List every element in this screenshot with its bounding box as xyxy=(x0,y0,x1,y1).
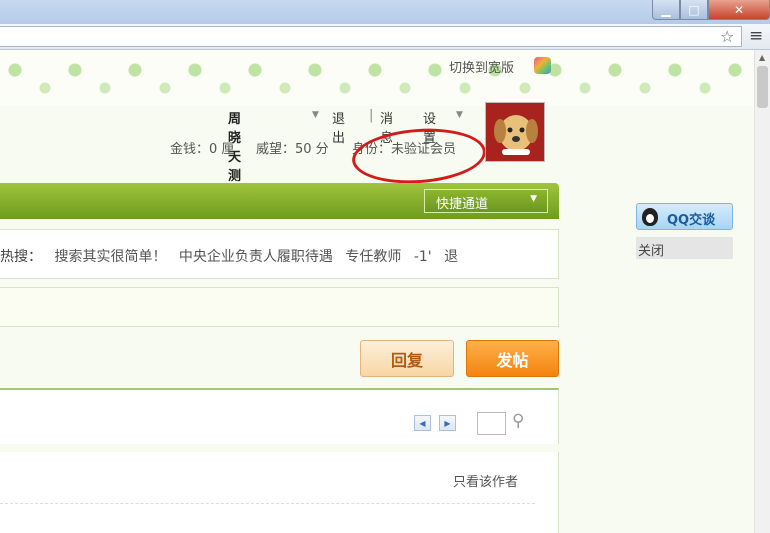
switch-wide-link[interactable]: 切换到宽版 xyxy=(449,57,514,76)
forum-page: 切换到宽版 周晓天测试 ▼ 退出 | 消息 设置 ▼ 金钱：0 厘 威望：50 … xyxy=(0,50,754,533)
hot-search-item[interactable]: 搜索其实很简单！ xyxy=(54,249,166,265)
next-page-button[interactable]: ▶ xyxy=(439,415,456,431)
vertical-scrollbar[interactable]: ▲ xyxy=(754,50,770,533)
hot-search-item[interactable]: 退 xyxy=(444,249,458,265)
notice-box xyxy=(0,287,559,327)
maximize-button[interactable]: □ xyxy=(680,0,708,20)
bookmark-star-icon[interactable]: ☆ xyxy=(720,27,734,46)
money-stat: 金钱：0 厘 xyxy=(170,142,235,157)
author-only-link[interactable]: 只看该作者 xyxy=(453,471,518,490)
minimize-button[interactable]: ▁ xyxy=(652,0,680,20)
window-titlebar: ▁ □ ✕ xyxy=(0,0,770,24)
close-side-panel-link[interactable]: 关闭 xyxy=(636,237,733,259)
quick-access-label: 快捷通道 xyxy=(436,197,489,212)
hot-search-label: 热搜： xyxy=(0,249,42,265)
close-window-button[interactable]: ✕ xyxy=(708,0,770,20)
reply-button[interactable]: 回复 xyxy=(360,340,454,377)
new-post-button[interactable]: 发帖 xyxy=(466,340,559,377)
hot-search-item[interactable]: 中央企业负责人履职待遇 xyxy=(179,249,333,265)
nav-bar: 快捷通道 ▼ xyxy=(0,183,559,219)
wrench-icon[interactable]: ⚲ xyxy=(512,411,524,431)
hot-search-item[interactable]: 专任教师 xyxy=(345,249,401,265)
avatar[interactable] xyxy=(485,102,545,162)
address-bar: ☆ ≡ xyxy=(0,24,770,50)
style-switch-icon[interactable] xyxy=(534,57,551,74)
settings-chevron-icon[interactable]: ▼ xyxy=(456,110,463,120)
prestige-stat: 威望：50 分 xyxy=(256,142,329,157)
page-number-input[interactable] xyxy=(477,412,506,435)
red-annotation-circle xyxy=(350,124,488,188)
hot-search-item[interactable]: -1' xyxy=(414,249,432,265)
puppy-avatar-icon xyxy=(486,103,544,161)
divider xyxy=(0,503,535,504)
qq-penguin-icon xyxy=(642,208,658,226)
qq-chat-button[interactable]: QQ交谈 xyxy=(636,203,733,230)
hot-search-bar: 热搜： 搜索其实很简单！ 中央企业负责人履职待遇 专任教师 -1' 退 xyxy=(0,229,559,279)
browser-menu-icon[interactable]: ≡ xyxy=(749,26,763,46)
logout-link[interactable]: 退出 xyxy=(332,108,345,146)
scroll-thumb[interactable] xyxy=(757,66,768,108)
prev-page-button[interactable]: ◀ xyxy=(414,415,431,431)
chevron-down-icon: ▼ xyxy=(530,194,537,204)
scroll-up-icon[interactable]: ▲ xyxy=(759,53,765,62)
menu-separator: | xyxy=(369,108,374,123)
post-panel: 只看该作者 xyxy=(0,452,559,533)
url-input[interactable] xyxy=(0,26,742,47)
chevron-down-icon[interactable]: ▼ xyxy=(312,110,319,120)
quick-access-dropdown[interactable]: 快捷通道 ▼ xyxy=(424,189,548,213)
qq-chat-label: QQ交谈 xyxy=(667,213,716,228)
header-banner: 切换到宽版 xyxy=(0,50,754,106)
pager-panel: ◀ ▶ ⚲ xyxy=(0,388,559,444)
